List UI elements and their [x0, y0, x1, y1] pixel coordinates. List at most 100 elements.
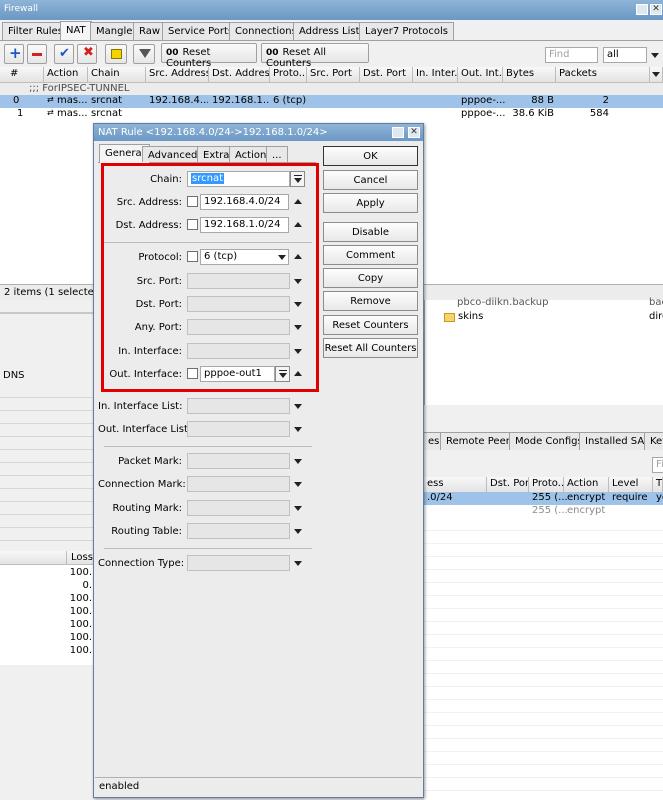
chevron-down-icon[interactable] — [278, 255, 286, 260]
col-src-port[interactable]: Src. Port — [307, 67, 360, 83]
chevron-down-icon[interactable] — [294, 506, 302, 511]
chevron-down-icon[interactable] — [294, 325, 302, 330]
reset-all-counters-button[interactable]: 00 Reset All Counters — [261, 43, 369, 69]
chevron-down-icon[interactable] — [294, 529, 302, 534]
disable-button[interactable]: ✖ — [77, 44, 97, 64]
tab-nat[interactable]: NAT — [60, 21, 92, 40]
comment-button[interactable] — [105, 44, 127, 64]
col-bytes[interactable]: Bytes — [503, 67, 556, 83]
col-protocol[interactable]: Proto... — [270, 67, 307, 83]
col-level[interactable]: Level — [609, 477, 653, 493]
enable-button[interactable]: ✔ — [54, 44, 74, 64]
col-extra[interactable]: Tl — [653, 477, 663, 493]
columns-menu[interactable] — [650, 67, 663, 83]
src-port-input[interactable] — [187, 273, 290, 289]
dst-address-input[interactable]: 192.168.1.0/24 — [200, 217, 289, 233]
out-interface-select[interactable]: pppoe-out1 — [200, 366, 275, 382]
protocol-not-checkbox[interactable] — [187, 251, 198, 262]
apply-button[interactable]: Apply — [323, 193, 418, 213]
routing-table-select[interactable] — [187, 523, 290, 539]
remove-button[interactable] — [27, 44, 47, 64]
col-action[interactable]: Action — [44, 67, 88, 83]
chevron-down-icon[interactable] — [294, 349, 302, 354]
add-button[interactable]: + — [4, 44, 24, 64]
connection-mark-select[interactable] — [187, 476, 290, 492]
disable-button[interactable]: Disable — [323, 222, 418, 242]
loss-header[interactable]: Loss — [0, 551, 94, 565]
col-dst-port[interactable]: Dst. Port — [360, 67, 413, 83]
col-dst-address[interactable]: Dst. Address — [209, 67, 270, 83]
col-dst-port[interactable]: Dst. Port — [487, 477, 529, 493]
chevron-down-icon[interactable] — [294, 404, 302, 409]
col-action[interactable]: Action — [564, 477, 609, 493]
tab-keys[interactable]: Key — [644, 432, 663, 450]
table-row[interactable]: 255 (... encrypt — [424, 505, 663, 518]
col-protocol[interactable]: Proto... — [529, 477, 564, 493]
chevron-down-icon[interactable] — [294, 482, 302, 487]
maximize-icon[interactable] — [392, 127, 404, 138]
filter-select[interactable]: all — [603, 47, 647, 63]
dst-address-not-checkbox[interactable] — [187, 219, 198, 230]
col-src-address[interactable]: Src. Address — [146, 67, 209, 83]
find-input[interactable]: Fi — [652, 457, 663, 473]
col-packets[interactable]: Packets — [556, 67, 650, 83]
col-out-interface[interactable]: Out. Int... — [458, 67, 503, 83]
src-address-not-checkbox[interactable] — [187, 196, 198, 207]
chevron-down-icon[interactable] — [294, 302, 302, 307]
routing-mark-select[interactable] — [187, 500, 290, 516]
dialog-titlebar[interactable]: NAT Rule <192.168.4.0/24->192.168.1.0/24… — [94, 124, 423, 141]
ok-button[interactable]: OK — [323, 146, 418, 166]
maximize-icon[interactable] — [636, 4, 648, 15]
comment-row[interactable]: ;;; ForIPSEC-TUNNEL — [0, 83, 663, 95]
find-input[interactable]: Find — [545, 47, 598, 63]
tab-layer7-protocols[interactable]: Layer7 Protocols — [359, 22, 454, 40]
collapse-up-icon[interactable] — [294, 199, 302, 204]
tab-more[interactable]: ... — [266, 146, 288, 162]
table-row[interactable]: .0/24 255 (... encrypt require ye — [424, 492, 663, 505]
tab-filter-rules[interactable]: Filter Rules — [2, 22, 69, 40]
chevron-down-icon[interactable] — [651, 53, 659, 58]
remove-button[interactable]: Remove — [323, 291, 418, 311]
chevron-down-icon[interactable] — [294, 459, 302, 464]
chevron-down-icon[interactable] — [294, 427, 302, 432]
reset-counters-button[interactable]: Reset Counters — [323, 315, 418, 335]
col-address[interactable]: ess — [424, 477, 487, 493]
tab-advanced[interactable]: Advanced — [142, 146, 204, 162]
list-item[interactable]: skins directory — [440, 311, 663, 324]
col-num[interactable]: # — [0, 67, 44, 83]
chevron-down-icon[interactable] — [294, 279, 302, 284]
collapse-up-icon[interactable] — [294, 254, 302, 259]
col-chain[interactable]: Chain — [88, 67, 146, 83]
copy-button[interactable]: Copy — [323, 268, 418, 288]
out-interface-list-select[interactable] — [187, 421, 290, 437]
close-icon[interactable]: ✕ — [650, 4, 662, 15]
chain-select[interactable]: srcnat — [187, 171, 290, 187]
protocol-select[interactable]: 6 (tcp) — [200, 249, 289, 265]
reset-counters-button[interactable]: 00 Reset Counters — [161, 43, 257, 69]
filter-button[interactable] — [133, 44, 155, 64]
list-item[interactable]: pbco-diikn.backup backup — [440, 297, 663, 311]
table-row[interactable]: 0 ⇄ mas... srcnat 192.168.4.... 192.168.… — [0, 95, 663, 108]
col-in-interface[interactable]: In. Inter... — [413, 67, 458, 83]
close-icon[interactable]: ✕ — [408, 127, 420, 138]
packet-mark-select[interactable] — [187, 453, 290, 469]
tab-mangle[interactable]: Mangle — [90, 22, 139, 40]
chain-dropdown-button[interactable] — [290, 171, 305, 187]
src-address-input[interactable]: 192.168.4.0/24 — [200, 194, 289, 210]
tab-connections[interactable]: Connections — [229, 22, 303, 40]
tab-mode-configs[interactable]: Mode Configs — [509, 432, 589, 450]
dst-port-input[interactable] — [187, 296, 290, 312]
reset-all-counters-button[interactable]: Reset All Counters — [323, 338, 418, 358]
connection-type-select[interactable] — [187, 555, 290, 571]
comment-button[interactable]: Comment — [323, 245, 418, 265]
cancel-button[interactable]: Cancel — [323, 170, 418, 190]
collapse-up-icon[interactable] — [294, 222, 302, 227]
chevron-down-icon[interactable] — [294, 561, 302, 566]
in-interface-select[interactable] — [187, 343, 290, 359]
any-port-input[interactable] — [187, 319, 290, 335]
table-row[interactable]: 1 ⇄ mas... srcnat pppoe-... 38.6 KiB 584 — [0, 108, 663, 121]
collapse-up-icon[interactable] — [294, 371, 302, 376]
out-interface-dropdown-button[interactable] — [275, 366, 290, 382]
tab-service-ports[interactable]: Service Ports — [162, 22, 240, 40]
in-interface-list-select[interactable] — [187, 398, 290, 414]
